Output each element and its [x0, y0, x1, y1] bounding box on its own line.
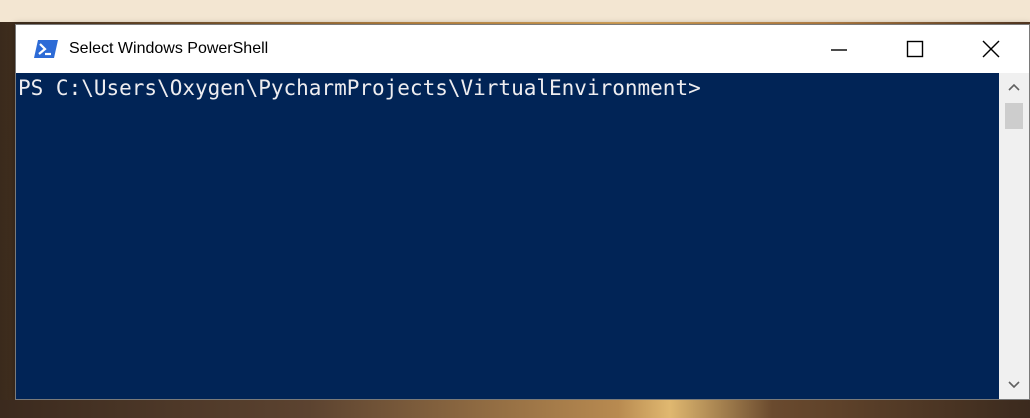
close-button[interactable]	[953, 25, 1029, 73]
minimize-button[interactable]	[801, 25, 877, 73]
scroll-up-button[interactable]	[999, 73, 1029, 101]
desktop-background-top	[0, 0, 1030, 22]
powershell-icon[interactable]	[33, 39, 59, 59]
desktop-background-bottom	[0, 400, 1030, 418]
minimize-icon	[831, 49, 847, 51]
window-title: Select Windows PowerShell	[69, 40, 269, 57]
powershell-window[interactable]: Select Windows PowerShell PS C:\Users\Ox…	[15, 24, 1030, 400]
title-bar[interactable]: Select Windows PowerShell	[16, 25, 1029, 73]
chevron-down-icon	[1008, 381, 1020, 389]
maximize-button[interactable]	[877, 25, 953, 73]
chevron-up-icon	[1008, 83, 1020, 91]
command-prompt[interactable]: PS C:\Users\Oxygen\PycharmProjects\Virtu…	[18, 75, 701, 101]
console-area[interactable]: PS C:\Users\Oxygen\PycharmProjects\Virtu…	[16, 73, 999, 399]
scroll-down-button[interactable]	[999, 371, 1029, 399]
maximize-icon	[906, 40, 924, 58]
close-icon	[982, 40, 1000, 58]
vertical-scrollbar[interactable]	[999, 73, 1029, 399]
window-controls	[801, 25, 1029, 73]
scroll-thumb[interactable]	[1005, 103, 1023, 129]
